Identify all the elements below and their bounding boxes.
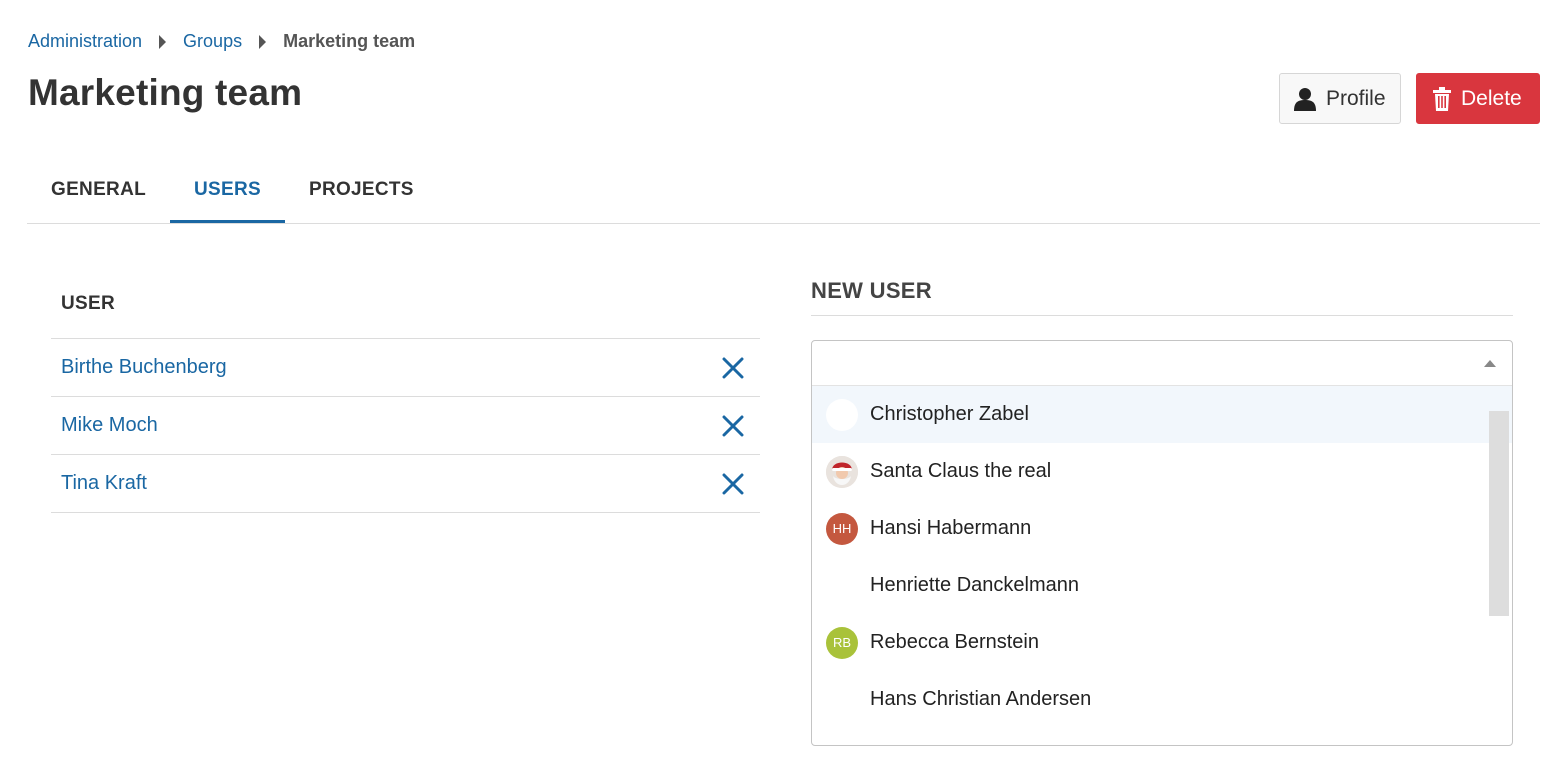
close-icon[interactable]: [722, 357, 744, 379]
profile-button-label: Profile: [1326, 86, 1386, 110]
list-item[interactable]: RB Rebecca Bernstein: [812, 614, 1512, 671]
table-row: Mike Moch: [51, 397, 760, 455]
tab-users[interactable]: USERS: [170, 165, 285, 223]
tab-projects[interactable]: PROJECTS: [285, 165, 438, 223]
option-label: Henriette Danckelmann: [870, 574, 1079, 596]
avatar: [826, 455, 858, 488]
avatar: [826, 684, 858, 716]
close-icon[interactable]: [722, 473, 744, 495]
list-item[interactable]: HH Hansi Habermann: [812, 500, 1512, 557]
avatar: HH: [826, 512, 858, 545]
user-link[interactable]: Birthe Buchenberg: [61, 356, 227, 379]
list-item[interactable]: [812, 728, 1512, 745]
tab-bar: GENERAL USERS PROJECTS: [27, 165, 1540, 224]
page-title: Marketing team: [28, 72, 303, 113]
users-table-header: USER: [51, 281, 760, 339]
new-user-title: NEW USER: [811, 276, 1513, 316]
tab-general[interactable]: GENERAL: [27, 165, 170, 223]
toolbar: Profile Delete: [1279, 73, 1540, 124]
breadcrumb-groups[interactable]: Groups: [183, 31, 242, 52]
user-link[interactable]: Mike Moch: [61, 414, 158, 437]
list-item[interactable]: Hans Christian Andersen: [812, 671, 1512, 728]
new-user-select: Christopher Zabel Santa Claus the real H…: [811, 340, 1513, 746]
option-label: Hans Christian Andersen: [870, 688, 1092, 710]
table-row: Birthe Buchenberg: [51, 339, 760, 397]
caret-up-icon[interactable]: [1484, 360, 1496, 367]
close-icon[interactable]: [722, 415, 744, 437]
scrollbar[interactable]: [1489, 411, 1509, 616]
user-icon: [1294, 87, 1316, 111]
option-label: Christopher Zabel: [870, 403, 1029, 425]
breadcrumb-separator-icon: [159, 34, 167, 49]
option-label: Rebecca Bernstein: [870, 631, 1039, 653]
users-table: USER Birthe Buchenberg Mike Moch Tina Kr…: [51, 281, 760, 513]
list-item[interactable]: Santa Claus the real: [812, 443, 1512, 500]
list-item[interactable]: Christopher Zabel: [812, 386, 1512, 443]
breadcrumb-administration[interactable]: Administration: [28, 31, 142, 52]
option-label: Hansi Habermann: [870, 517, 1032, 539]
list-item[interactable]: Henriette Danckelmann: [812, 557, 1512, 614]
user-options-list: Christopher Zabel Santa Claus the real H…: [812, 386, 1512, 745]
new-user-panel: NEW USER Christopher Zabel Santa Claus t…: [811, 276, 1513, 746]
user-link[interactable]: Tina Kraft: [61, 472, 147, 495]
delete-button[interactable]: Delete: [1416, 73, 1540, 124]
avatar: [826, 398, 858, 431]
trash-icon: [1433, 86, 1451, 111]
avatar: RB: [826, 626, 858, 659]
breadcrumb-current: Marketing team: [283, 31, 416, 51]
user-search-input[interactable]: [812, 341, 1512, 386]
avatar: [826, 570, 858, 602]
option-label: Santa Claus the real: [870, 460, 1052, 482]
table-row: Tina Kraft: [51, 455, 760, 513]
delete-button-label: Delete: [1461, 86, 1522, 110]
profile-button[interactable]: Profile: [1279, 73, 1401, 124]
breadcrumb-separator-icon: [259, 34, 267, 49]
breadcrumb: Administration Groups Marketing team: [28, 31, 415, 52]
